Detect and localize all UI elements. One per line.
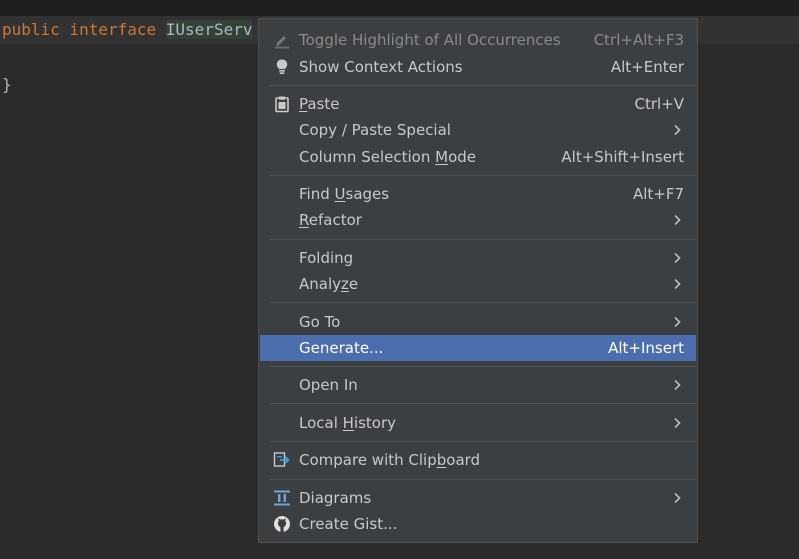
menu-item-go-to[interactable]: Go To bbox=[260, 309, 696, 335]
menu-item-analyze[interactable]: Analyze bbox=[260, 271, 696, 297]
pencil-highlight-icon bbox=[273, 31, 291, 49]
menu-separator bbox=[269, 239, 696, 240]
code-line-2[interactable]: } bbox=[2, 75, 12, 94]
menu-item-show-context-actions[interactable]: Show Context Actions Alt+Enter bbox=[260, 54, 696, 80]
menu-item-label: Analyze bbox=[299, 275, 358, 293]
menu-item-label: Create Gist... bbox=[299, 515, 398, 533]
menu-item-shortcut: Ctrl+V bbox=[634, 95, 684, 113]
menu-item-refactor[interactable]: Refactor bbox=[260, 207, 696, 233]
mnemonic: H bbox=[342, 414, 354, 432]
menu-item-compare-with-clipboard[interactable]: Compare with Clipboard bbox=[260, 447, 696, 473]
chevron-right-icon bbox=[674, 214, 681, 226]
menu-item-create-gist[interactable]: Create Gist... bbox=[260, 511, 696, 537]
menu-separator bbox=[269, 403, 696, 404]
mnemonic: M bbox=[435, 148, 449, 166]
menu-item-folding[interactable]: Folding bbox=[260, 245, 696, 271]
label-text: efactor bbox=[308, 211, 362, 229]
menu-item-copy-paste-special[interactable]: Copy / Paste Special bbox=[260, 117, 696, 143]
chevron-right-icon bbox=[674, 379, 681, 391]
keyword-public: public bbox=[2, 20, 60, 39]
menu-separator bbox=[269, 441, 696, 442]
menu-item-find-usages[interactable]: Find Usages Alt+F7 bbox=[260, 181, 696, 207]
menu-item-label: Compare with Clipboard bbox=[299, 451, 480, 469]
menu-item-label: Paste bbox=[299, 95, 340, 113]
chevron-right-icon bbox=[674, 417, 681, 429]
menu-item-shortcut: Alt+Shift+Insert bbox=[561, 148, 684, 166]
menu-item-label: Generate... bbox=[299, 339, 384, 357]
lightbulb-icon bbox=[273, 58, 291, 76]
menu-item-generate[interactable]: Generate... Alt+Insert bbox=[260, 335, 696, 361]
menu-item-label: Toggle Highlight of All Occurrences bbox=[299, 31, 561, 49]
menu-item-paste[interactable]: Paste Ctrl+V bbox=[260, 91, 696, 117]
label-text: oard bbox=[446, 451, 481, 469]
menu-separator bbox=[269, 85, 696, 86]
menu-item-label: Open In bbox=[299, 376, 358, 394]
menu-item-shortcut: Alt+Enter bbox=[610, 58, 684, 76]
menu-item-label: Copy / Paste Special bbox=[299, 121, 451, 139]
menu-item-label: Find Usages bbox=[299, 185, 389, 203]
label-text: Local bbox=[299, 414, 343, 432]
menu-item-shortcut: Alt+Insert bbox=[608, 339, 684, 357]
menu-item-label: Go To bbox=[299, 313, 341, 331]
menu-item-diagrams[interactable]: Diagrams bbox=[260, 485, 696, 511]
editor-top-strip bbox=[0, 0, 799, 16]
code-line-1[interactable]: public interface IUserServ bbox=[2, 20, 253, 39]
menu-item-label: Folding bbox=[299, 249, 354, 267]
menu-item-column-selection-mode[interactable]: Column Selection Mode Alt+Shift+Insert bbox=[260, 144, 696, 170]
menu-item-shortcut: Alt+F7 bbox=[632, 185, 684, 203]
label-text: aste bbox=[307, 95, 340, 113]
mnemonic: b bbox=[436, 451, 447, 469]
label-text: sages bbox=[345, 185, 390, 203]
chevron-right-icon bbox=[674, 124, 681, 136]
menu-separator bbox=[269, 175, 696, 176]
menu-item-label: Diagrams bbox=[299, 489, 372, 507]
menu-separator bbox=[269, 366, 696, 367]
keyword-interface: interface bbox=[69, 20, 157, 39]
mnemonic: R bbox=[299, 211, 309, 229]
menu-item-toggle-highlight[interactable]: Toggle Highlight of All Occurrences Ctrl… bbox=[260, 27, 696, 53]
chevron-right-icon bbox=[674, 278, 681, 290]
label-text: Find bbox=[299, 185, 335, 203]
menu-item-label: Show Context Actions bbox=[299, 58, 463, 76]
menu-item-open-in[interactable]: Open In bbox=[260, 372, 696, 398]
menu-separator bbox=[269, 302, 696, 303]
chevron-right-icon bbox=[674, 252, 681, 264]
chevron-right-icon bbox=[674, 492, 681, 504]
label-text: Analy bbox=[299, 275, 342, 293]
compare-icon bbox=[273, 451, 291, 469]
menu-item-local-history[interactable]: Local History bbox=[260, 410, 696, 436]
menu-separator bbox=[269, 479, 696, 480]
label-text: Compare with Clip bbox=[299, 451, 437, 469]
github-icon bbox=[273, 515, 291, 533]
menu-item-label: Refactor bbox=[299, 211, 362, 229]
context-menu: Toggle Highlight of All Occurrences Ctrl… bbox=[258, 18, 698, 543]
mnemonic: U bbox=[334, 185, 346, 203]
chevron-right-icon bbox=[674, 316, 681, 328]
menu-item-label: Column Selection Mode bbox=[299, 148, 476, 166]
label-text: e bbox=[348, 275, 359, 293]
menu-item-shortcut: Ctrl+Alt+F3 bbox=[593, 31, 684, 49]
class-name: IUserServ bbox=[165, 20, 253, 39]
menu-item-label: Local History bbox=[299, 414, 396, 432]
label-text: istory bbox=[353, 414, 397, 432]
clipboard-icon bbox=[273, 95, 291, 113]
mnemonic: z bbox=[341, 275, 349, 293]
label-text: Column Selection bbox=[299, 148, 436, 166]
label-text: ode bbox=[448, 148, 476, 166]
diagram-icon bbox=[273, 489, 291, 507]
